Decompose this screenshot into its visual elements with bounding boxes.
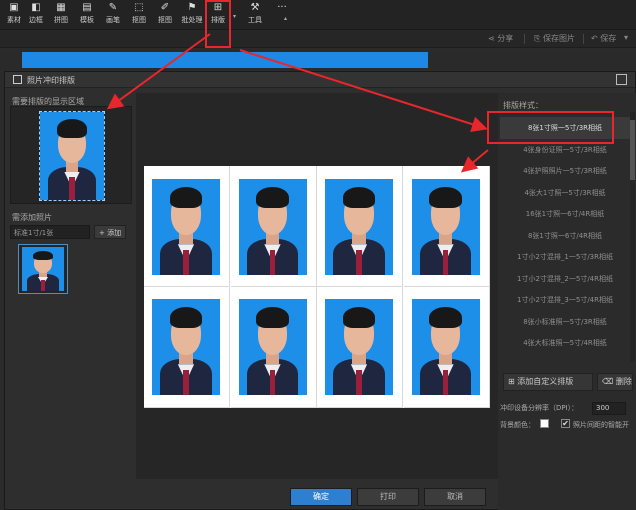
arrow-to-sheet [460, 149, 489, 173]
arrow-to-style [239, 49, 488, 132]
arrow-to-photo [106, 33, 211, 110]
annotation-arrows [106, 33, 489, 173]
